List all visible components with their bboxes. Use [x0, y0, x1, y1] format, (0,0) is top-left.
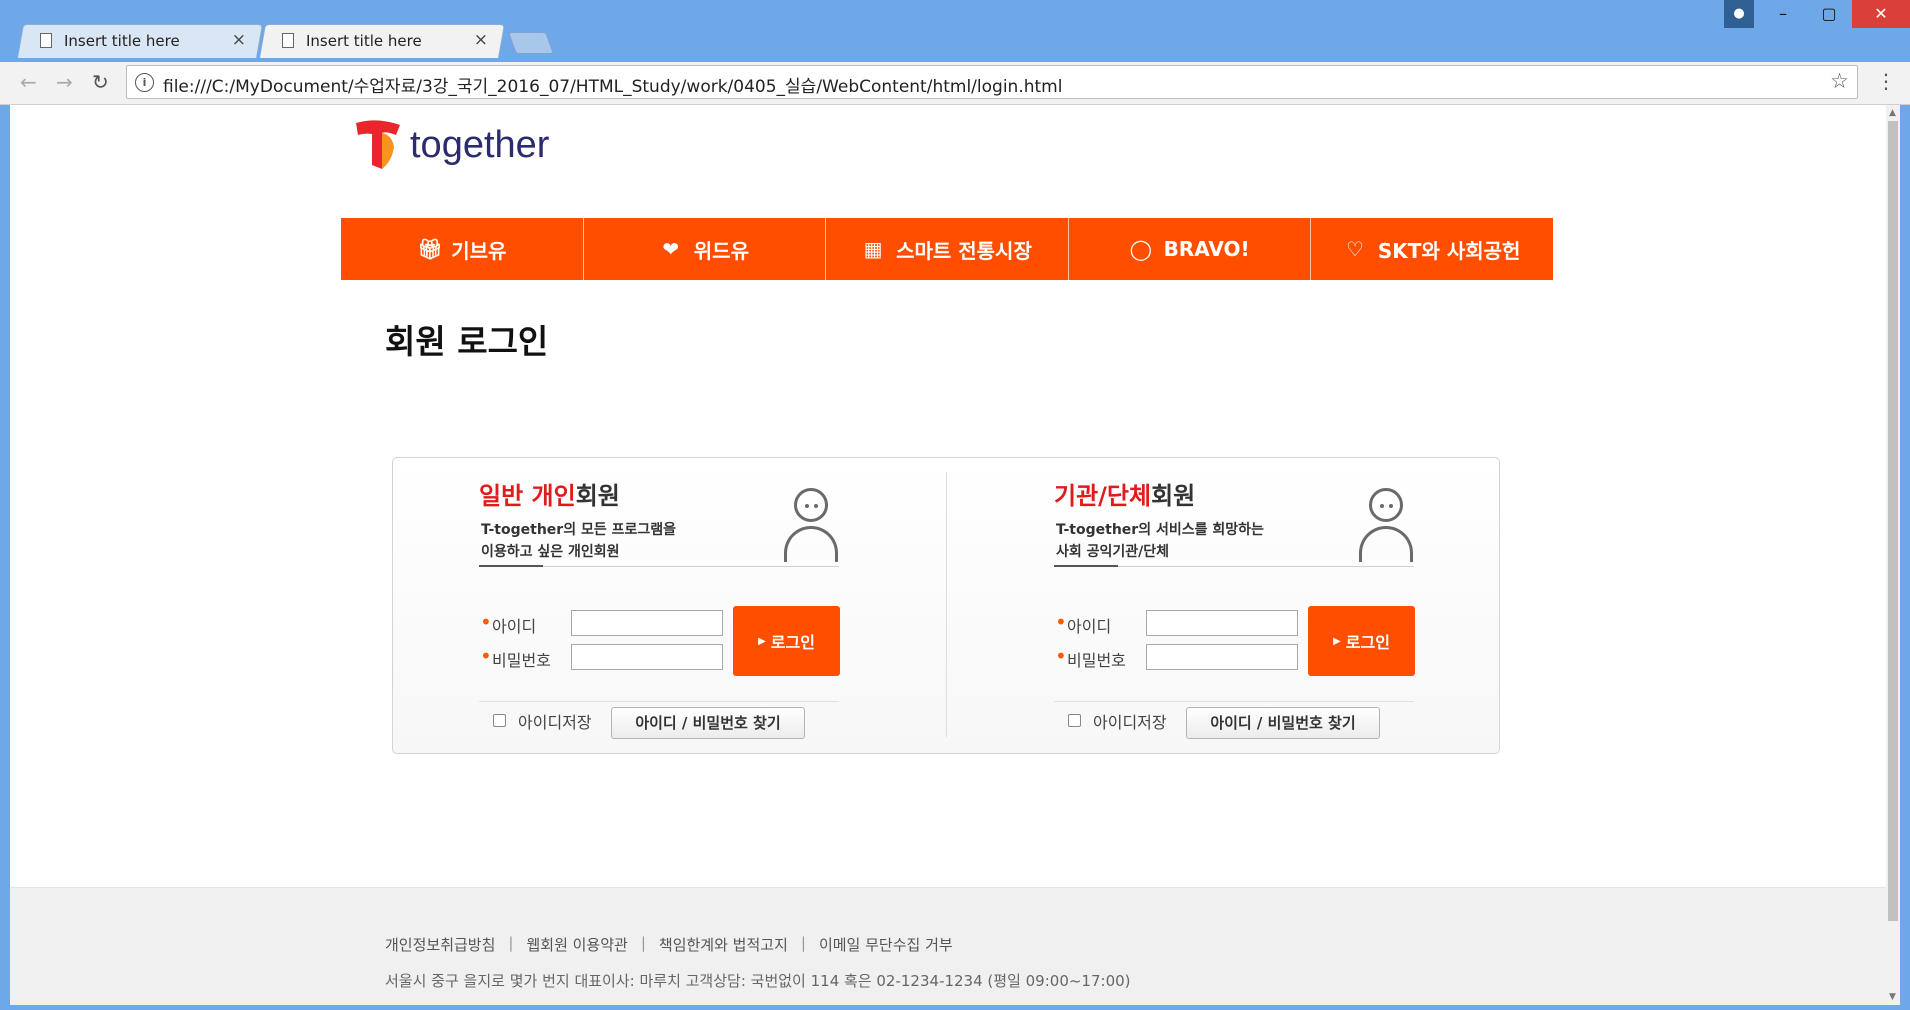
organization-member-panel: 기관/단체회원 T-together의 서비스를 희망하는 사회 공익기관/단체… [968, 458, 1522, 755]
browser-titlebar: Insert title here × Insert title here × … [0, 0, 1910, 62]
t-logo-icon [356, 120, 400, 169]
nav-item-skt-social[interactable]: ♡ SKT와 사회공헌 [1311, 218, 1553, 280]
tab-close-icon[interactable]: × [474, 30, 488, 50]
panel-title-highlight: 일반 개인 [479, 482, 576, 510]
login-button[interactable]: ▶ 로그인 [733, 606, 840, 676]
nav-item-withu[interactable]: ❤ 위드유 [584, 218, 827, 280]
document-icon [282, 33, 294, 48]
logo-wordmark: together [410, 123, 550, 166]
scrollbar-thumb[interactable] [1888, 121, 1898, 921]
nav-label: 위드유 [693, 238, 749, 263]
login-box: 일반 개인회원 T-together의 모든 프로그램을 이용하고 싶은 개인회… [392, 457, 1500, 754]
page-title: 회원 로그인 [385, 322, 549, 361]
panel-description: T-together의 모든 프로그램을 이용하고 싶은 개인회원 [481, 522, 676, 560]
id-input[interactable] [1146, 610, 1298, 636]
footer-link-legal[interactable]: 책임한계와 법적고지 [659, 934, 788, 955]
footer-link-privacy[interactable]: 개인정보취급방침 [385, 934, 495, 955]
forward-arrow-icon[interactable]: → [56, 70, 73, 94]
panel-title: 일반 개인회원 [479, 476, 620, 511]
save-id-checkbox[interactable] [493, 714, 506, 727]
password-label: • 비밀번호 [480, 644, 551, 670]
vertical-scrollbar[interactable]: ▲ ▼ [1886, 105, 1900, 1005]
nav-label: BRAVO! [1163, 237, 1250, 261]
find-id-password-button[interactable]: 아이디 / 비밀번호 찾기 [1186, 707, 1380, 739]
window-close-icon[interactable]: ✕ [1852, 0, 1910, 28]
save-id-label: 아이디저장 [518, 713, 592, 732]
panel-underline [479, 565, 839, 567]
bottle-icon: ◯ [1129, 237, 1152, 261]
scroll-down-icon[interactable]: ▼ [1889, 992, 1896, 1002]
tab-title: Insert title here [64, 32, 180, 50]
panel-underline [1054, 565, 1414, 567]
nav-item-smart-market[interactable]: ▦ 스마트 전통시장 [826, 218, 1069, 280]
id-label: • 아이디 [480, 610, 537, 636]
person-icon [1357, 488, 1415, 562]
site-footer: 개인정보취급방침 | 웹회원 이용약관 | 책임한계와 법적고지 | 이메일 무… [10, 887, 1886, 1005]
heart-hands-icon: ❤ [662, 237, 680, 261]
scroll-up-icon[interactable]: ▲ [1889, 108, 1896, 118]
site-logo[interactable]: together [352, 115, 549, 175]
footer-link-email-policy[interactable]: 이메일 무단수집 거부 [819, 934, 953, 955]
password-input[interactable] [571, 644, 723, 670]
profile-icon[interactable]: ● [1724, 0, 1754, 28]
reload-icon[interactable]: ↻ [92, 70, 109, 94]
window-controls: ● – ▢ ✕ [1724, 0, 1910, 28]
password-input[interactable] [1146, 644, 1298, 670]
tab-title: Insert title here [306, 32, 422, 50]
save-id-label: 아이디저장 [1093, 713, 1167, 732]
minimize-icon[interactable]: – [1760, 0, 1806, 28]
browser-tab[interactable]: Insert title here × [17, 24, 263, 58]
play-arrow-icon: ▶ [758, 635, 766, 647]
footer-address: 서울시 중구 을지로 몇가 번지 대표이사: 마루치 고객상담: 국번없이 11… [385, 972, 1131, 990]
nav-item-giveu[interactable]: 🎁︎ 기브유 [341, 218, 584, 280]
person-icon [782, 488, 840, 562]
browser-toolbar: ← → ↻ i file:///C:/MyDocument/수업자료/3강_국기… [0, 62, 1910, 105]
back-arrow-icon[interactable]: ← [20, 70, 37, 94]
nav-label: 스마트 전통시장 [896, 238, 1032, 263]
menu-dots-icon[interactable]: ⋮ [1876, 69, 1896, 93]
panel-title: 기관/단체회원 [1054, 476, 1195, 511]
main-navigation: 🎁︎ 기브유 ❤ 위드유 ▦ 스마트 전통시장 ◯ BRAVO! ♡ SKT와 … [341, 218, 1553, 280]
trophy-icon: ♡ [1345, 237, 1364, 261]
password-label: • 비밀번호 [1055, 644, 1126, 670]
url-text[interactable]: file:///C:/MyDocument/수업자료/3강_국기_2016_07… [163, 72, 1062, 97]
footer-link-terms[interactable]: 웹회원 이용약관 [526, 934, 627, 955]
basket-icon: ▦ [863, 237, 883, 261]
star-icon[interactable]: ☆ [1830, 69, 1849, 93]
nav-item-bravo[interactable]: ◯ BRAVO! [1069, 218, 1312, 280]
panel-title-rest: 회원 [1151, 482, 1196, 510]
tab-close-icon[interactable]: × [232, 30, 246, 50]
address-bar[interactable]: i file:///C:/MyDocument/수업자료/3강_국기_2016_… [126, 65, 1858, 99]
gift-icon: 🎁︎ [417, 237, 443, 261]
id-label: • 아이디 [1055, 610, 1112, 636]
save-id-checkbox[interactable] [1068, 714, 1081, 727]
info-icon[interactable]: i [135, 73, 154, 92]
play-arrow-icon: ▶ [1333, 635, 1341, 647]
footer-links: 개인정보취급방침 | 웹회원 이용약관 | 책임한계와 법적고지 | 이메일 무… [385, 934, 953, 955]
login-button[interactable]: ▶ 로그인 [1308, 606, 1415, 676]
personal-member-panel: 일반 개인회원 T-together의 모든 프로그램을 이용하고 싶은 개인회… [393, 458, 947, 755]
panel-title-rest: 회원 [575, 482, 620, 510]
id-input[interactable] [571, 610, 723, 636]
panel-title-highlight: 기관/단체 [1054, 482, 1152, 510]
panel-description: T-together의 서비스를 희망하는 사회 공익기관/단체 [1056, 522, 1264, 560]
nav-label: 기브유 [451, 238, 507, 263]
find-id-password-button[interactable]: 아이디 / 비밀번호 찾기 [611, 707, 805, 739]
browser-tab-active[interactable]: Insert title here × [259, 24, 505, 58]
document-icon [40, 33, 52, 48]
page-viewport: together 🎁︎ 기브유 ❤ 위드유 ▦ 스마트 전통시장 ◯ BRAVO… [10, 105, 1886, 1005]
maximize-icon[interactable]: ▢ [1806, 0, 1852, 28]
new-tab-button[interactable] [507, 32, 555, 54]
nav-label: SKT와 사회공헌 [1377, 238, 1521, 263]
